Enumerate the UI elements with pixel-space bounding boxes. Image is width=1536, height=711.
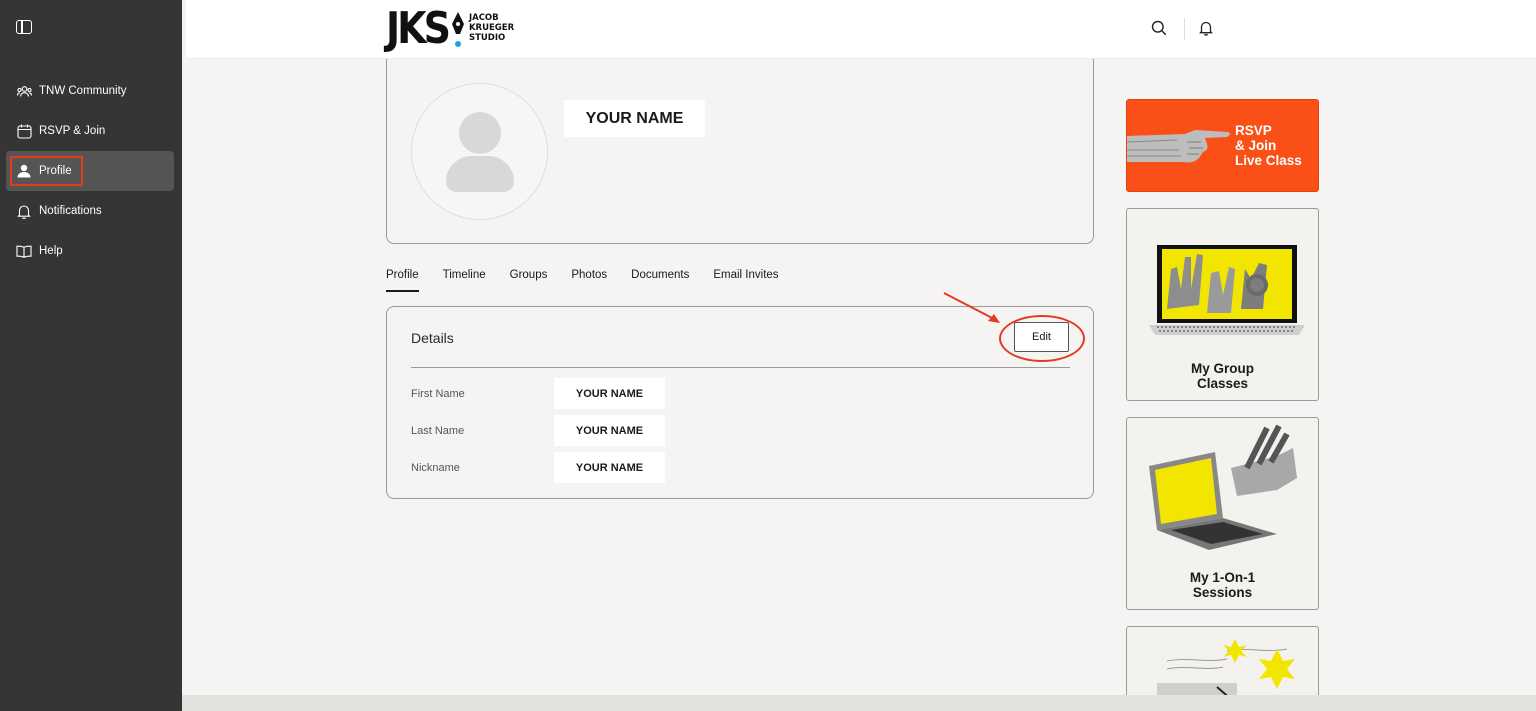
- nickname-label: Nickname: [411, 462, 460, 474]
- logo-main-text: JKS: [386, 2, 451, 54]
- book-icon: [16, 243, 32, 259]
- edit-button[interactable]: Edit: [1014, 322, 1069, 352]
- profile-name: YOUR NAME: [564, 100, 705, 137]
- sidebar-item-help[interactable]: Help: [6, 231, 174, 271]
- caption-line: Sessions: [1192, 585, 1253, 600]
- sidebar-item-label: Notifications: [39, 205, 102, 217]
- one-on-one-caption: My 1-On-1 Sessions: [1127, 570, 1318, 600]
- profile-tabs: Profile Timeline Groups Photos Documents…: [386, 262, 803, 292]
- rsvp-card-text: RSVP & Join Live Class: [1235, 123, 1302, 168]
- last-name-value: YOUR NAME: [554, 415, 665, 446]
- rsvp-line: & Join: [1235, 138, 1277, 153]
- profile-avatar[interactable]: [411, 83, 548, 220]
- tab-documents[interactable]: Documents: [631, 262, 689, 292]
- first-name-value: YOUR NAME: [554, 378, 665, 409]
- tab-timeline[interactable]: Timeline: [443, 262, 486, 292]
- sidebar-item-notifications[interactable]: Notifications: [6, 191, 174, 231]
- details-divider: [411, 367, 1070, 368]
- sidebar-toggle-icon[interactable]: [16, 20, 32, 34]
- calendar-icon: [16, 123, 32, 139]
- bell-icon: [16, 203, 32, 219]
- top-bar-divider: [1184, 18, 1185, 40]
- caption-line: Classes: [1196, 376, 1249, 391]
- sidebar-item-profile[interactable]: Profile: [6, 151, 174, 191]
- nickname-value: YOUR NAME: [554, 452, 665, 483]
- last-name-label: Last Name: [411, 425, 465, 437]
- details-title: Details: [411, 330, 454, 346]
- first-name-label: First Name: [411, 388, 465, 400]
- my-one-on-one-sessions-card[interactable]: My 1-On-1 Sessions: [1126, 417, 1319, 610]
- avatar-placeholder-body: [446, 156, 514, 192]
- pen-nib-icon: [451, 10, 465, 47]
- jks-logo[interactable]: JKS JACOB KRUEGER STUDIO: [386, 2, 514, 54]
- rsvp-line: RSVP: [1235, 123, 1272, 138]
- laptop-hands-illustration-icon: [1149, 245, 1305, 335]
- sidebar-item-label: RSVP & Join: [39, 125, 106, 137]
- caption-line: My Group: [1191, 361, 1254, 376]
- details-card: Details Edit First Name YOUR NAME Last N…: [386, 306, 1094, 499]
- avatar-placeholder-head: [459, 112, 501, 154]
- caption-line: My 1-On-1: [1189, 570, 1256, 585]
- logo-sub-line: STUDIO: [468, 33, 506, 43]
- profile-highlight-box: Profile: [10, 156, 83, 186]
- sidebar-item-label: TNW Community: [39, 85, 127, 97]
- notifications-bell-icon[interactable]: [1199, 20, 1213, 41]
- logo-sub-line: KRUEGER: [468, 23, 515, 33]
- bottom-scroll-area: [182, 695, 1536, 711]
- sidebar-item-tnw-community[interactable]: TNW Community: [6, 71, 174, 111]
- top-bar: JKS JACOB KRUEGER STUDIO: [186, 0, 1536, 59]
- tab-photos[interactable]: Photos: [571, 262, 607, 292]
- my-group-classes-card[interactable]: My Group Classes: [1126, 208, 1319, 401]
- rsvp-line: Live Class: [1235, 153, 1302, 168]
- sidebar-item-label: Help: [39, 245, 63, 257]
- logo-sub-line: JACOB: [468, 13, 499, 23]
- user-icon: [16, 163, 32, 179]
- community-icon: [16, 83, 32, 99]
- sidebar-item-rsvp-join[interactable]: RSVP & Join: [6, 111, 174, 151]
- sidebar-nav: TNW Community RSVP & Join Profile Notifi…: [6, 71, 174, 271]
- tab-profile[interactable]: Profile: [386, 262, 419, 292]
- pointing-hand-icon: [1127, 130, 1230, 163]
- laptop-book-illustration-icon: [1149, 424, 1297, 550]
- search-icon[interactable]: [1151, 20, 1167, 41]
- group-classes-caption: My Group Classes: [1127, 361, 1318, 391]
- tab-groups[interactable]: Groups: [510, 262, 548, 292]
- sidebar: TNW Community RSVP & Join Profile Notifi…: [0, 0, 182, 711]
- user-menu-avatar[interactable]: [1225, 0, 1335, 55]
- logo-subtitle: JACOB KRUEGER STUDIO: [469, 13, 514, 43]
- rsvp-live-class-card[interactable]: RSVP & Join Live Class: [1126, 99, 1319, 192]
- sidebar-item-label: Profile: [39, 165, 72, 177]
- tab-email-invites[interactable]: Email Invites: [713, 262, 778, 292]
- annotation-arrow-icon: [943, 292, 1000, 323]
